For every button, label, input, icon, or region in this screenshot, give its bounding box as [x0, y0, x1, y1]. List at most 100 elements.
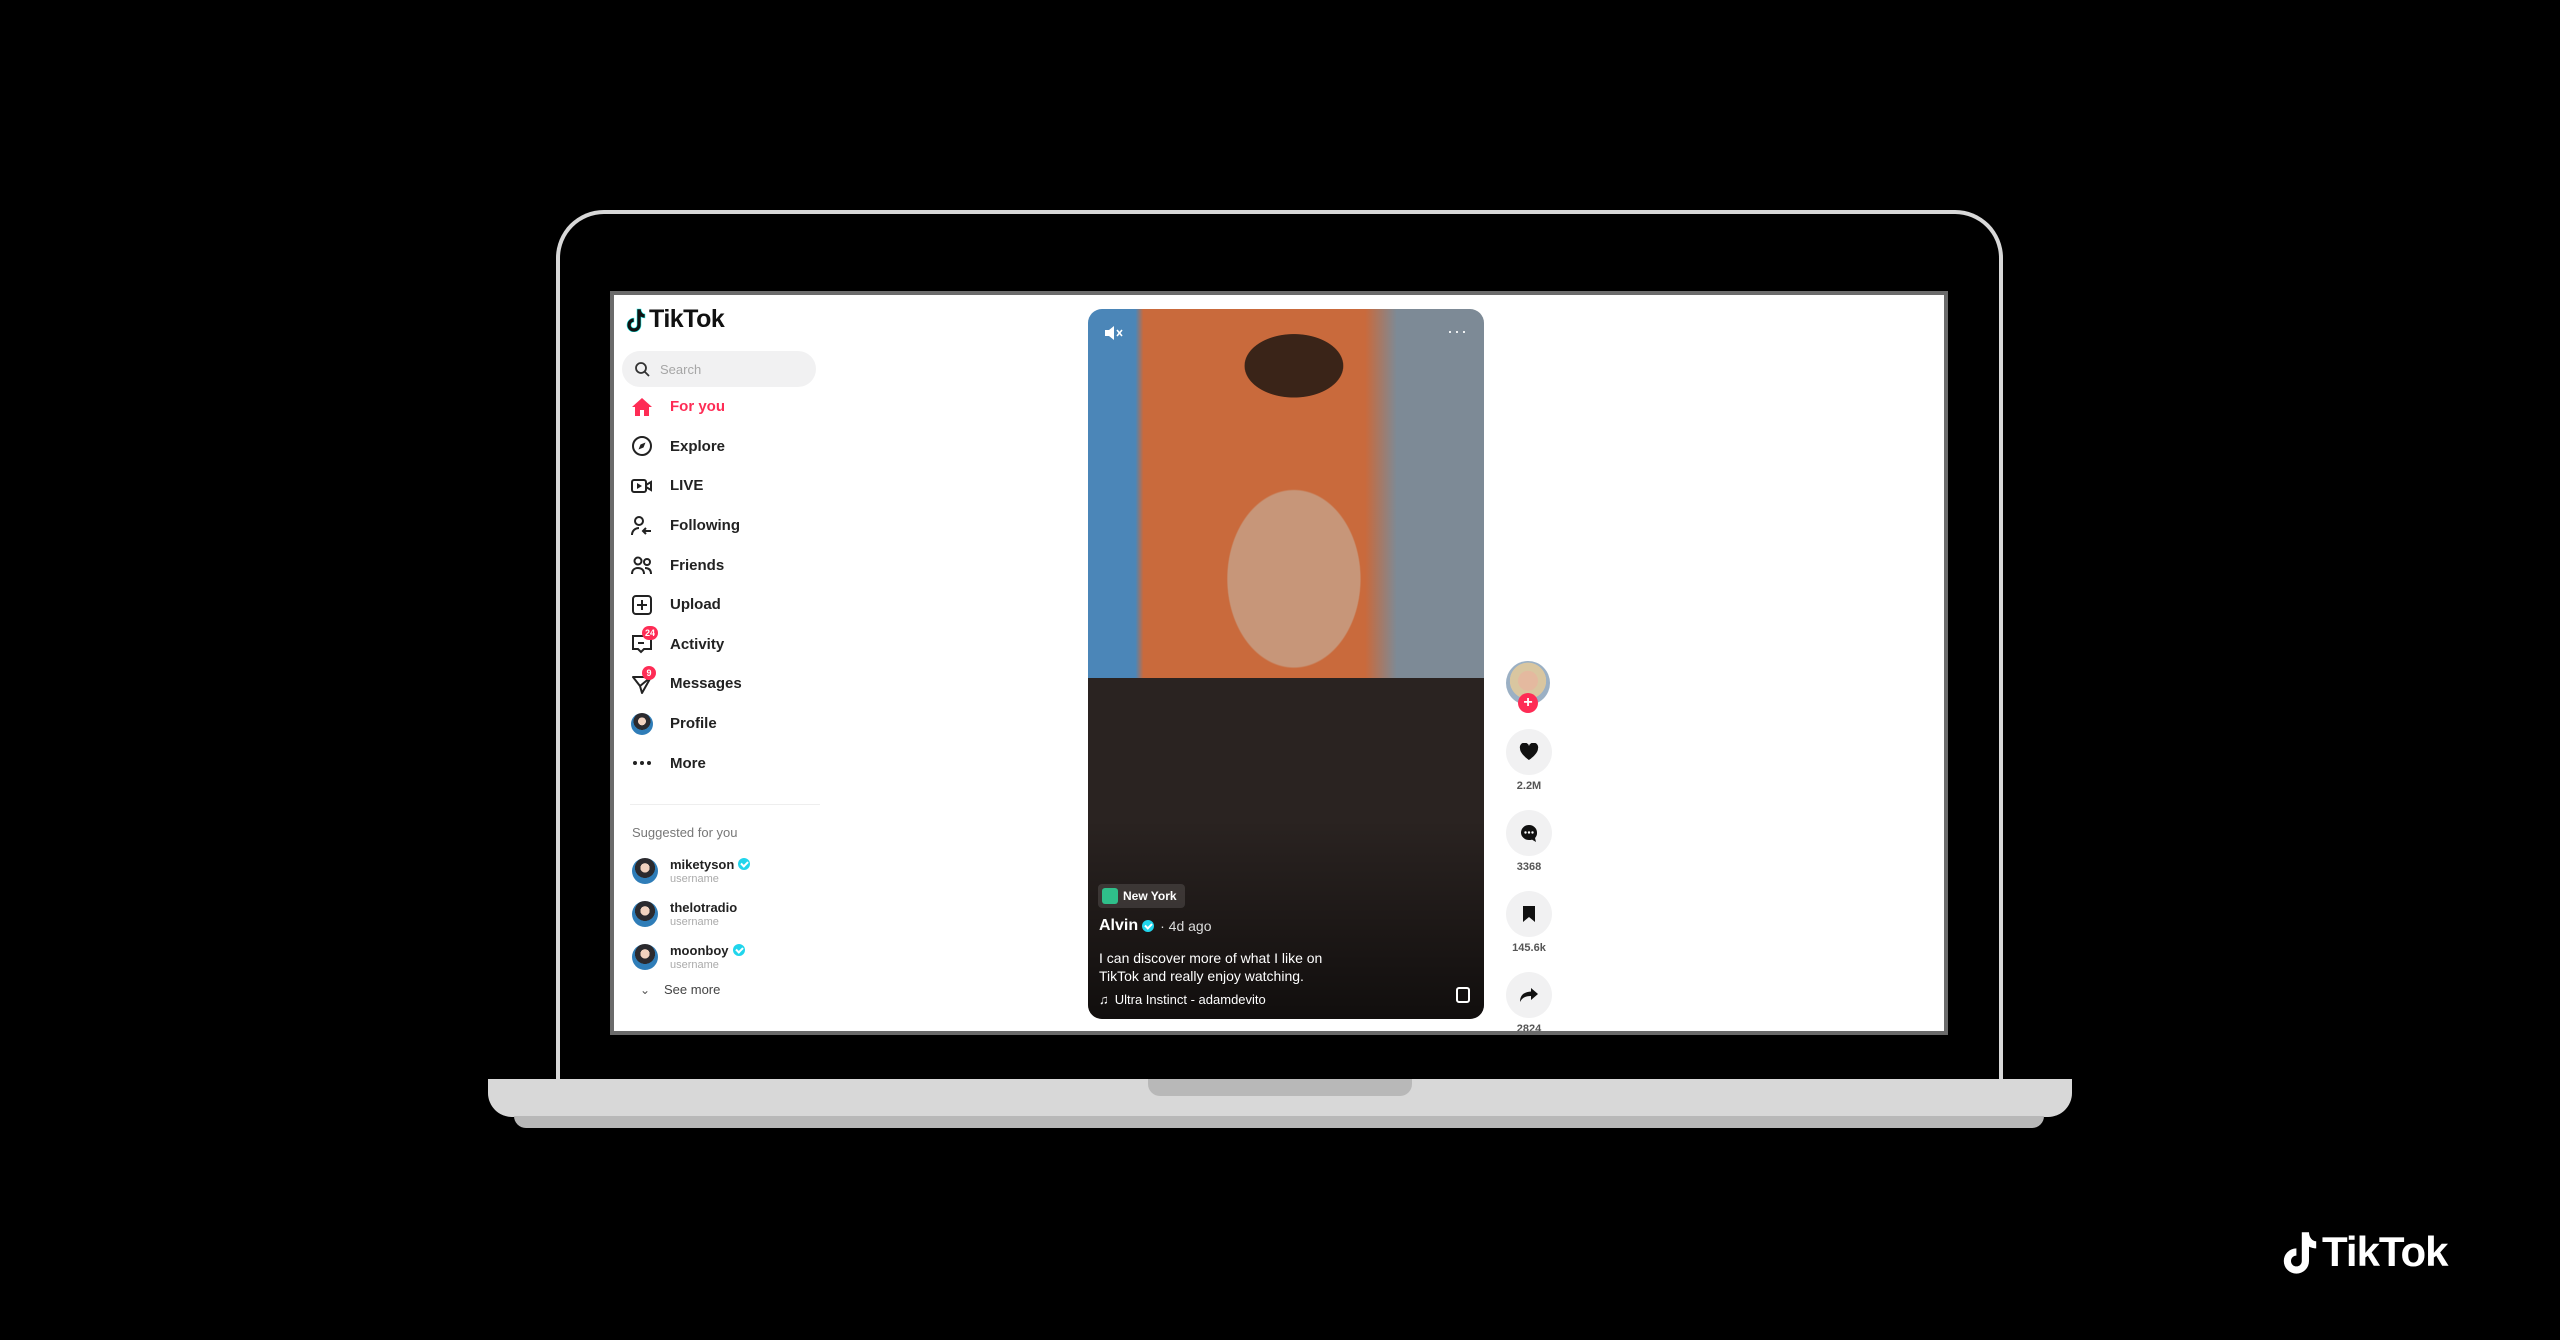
nav-upload[interactable]: Upload: [620, 585, 820, 625]
avatar: [631, 712, 653, 735]
see-more-label: See more: [664, 982, 721, 997]
suggested-account[interactable]: moonboy username: [620, 935, 820, 978]
account-name: moonboy: [670, 942, 729, 958]
search-input[interactable]: Search: [622, 351, 816, 387]
sidebar: TikTok Search For you Explore LIVE Follo…: [620, 295, 820, 1031]
action-bar: + 2.2M 3368 145.6k 2824: [1504, 661, 1554, 1035]
account-name: thelotradio: [670, 899, 738, 915]
video-author[interactable]: Alvin · 4d ago: [1099, 917, 1212, 935]
upload-icon: [630, 593, 654, 617]
more-options-icon[interactable]: ···: [1447, 321, 1468, 342]
search-icon: [635, 362, 650, 377]
tiktok-logo[interactable]: TikTok: [626, 305, 725, 334]
comment-action: 3368: [1504, 810, 1554, 873]
nav-label: Profile: [670, 715, 717, 733]
messages-icon: 9: [630, 665, 656, 696]
verified-icon: [738, 858, 751, 870]
music-label: Ultra Instinct - adamdevito: [1114, 992, 1266, 1007]
save-button[interactable]: [1506, 891, 1552, 937]
account-username: username: [670, 872, 719, 885]
laptop-foot: [514, 1116, 2044, 1128]
music-note-icon: ♫: [1099, 992, 1109, 1007]
suggested-account[interactable]: miketyson username: [620, 849, 820, 892]
nav-label: For you: [670, 398, 725, 416]
tiktok-note-icon: [2283, 1232, 2317, 1274]
tiktok-brand-logo: TikTok: [2282, 1228, 2448, 1276]
post-time: · 4d ago: [1160, 918, 1212, 934]
nav-more[interactable]: More: [620, 743, 820, 783]
tiktok-note-icon: [626, 308, 646, 332]
music-link[interactable]: ♫ Ultra Instinct - adamdevito: [1099, 992, 1266, 1007]
verified-icon: [732, 944, 745, 956]
nav-label: Friends: [670, 556, 725, 574]
location-pin-icon: [1102, 888, 1118, 904]
home-icon: [630, 395, 654, 419]
avatar: [632, 943, 658, 970]
mute-icon[interactable]: [1104, 325, 1124, 346]
picture-in-picture-icon[interactable]: [1456, 987, 1470, 1003]
like-button[interactable]: [1506, 729, 1552, 775]
account-name: miketyson: [670, 856, 735, 872]
nav-live[interactable]: LIVE: [620, 466, 820, 506]
chevron-down-icon: ⌄: [640, 982, 651, 997]
creator-avatar[interactable]: +: [1506, 661, 1550, 713]
nav-label: More: [670, 754, 706, 772]
location-tag[interactable]: New York: [1098, 884, 1185, 908]
nav-label: Upload: [670, 596, 721, 614]
nav-label: LIVE: [670, 477, 704, 495]
laptop-notch: [1148, 1079, 1412, 1096]
nav-label: Activity: [670, 635, 725, 653]
share-count: 2824: [1516, 1023, 1542, 1035]
brand-text: TikTok: [2322, 1228, 2448, 1275]
video-player[interactable]: ··· New York Alvin · 4d ago I can discov…: [1088, 309, 1484, 1019]
nav-for-you[interactable]: For you: [620, 387, 820, 427]
video-caption: I can discover more of what I like on Ti…: [1099, 950, 1323, 984]
like-count: 2.2M: [1516, 780, 1542, 792]
logo-text: TikTok: [649, 305, 725, 333]
share-action: 2824: [1504, 972, 1554, 1035]
nav-explore[interactable]: Explore: [620, 427, 820, 467]
activity-badge: 24: [642, 626, 659, 641]
suggested-title: Suggested for you: [632, 825, 738, 840]
profile-icon-wrap: [630, 712, 654, 736]
suggested-list: miketyson username thelotradio username …: [620, 849, 820, 978]
main-nav: For you Explore LIVE Following Friends U…: [620, 387, 820, 783]
save-action: 145.6k: [1504, 891, 1554, 954]
comment-icon: [1521, 825, 1538, 842]
messages-badge: 9: [642, 665, 656, 680]
share-arrow-icon: [1520, 988, 1538, 1002]
suggested-account[interactable]: thelotradio username: [620, 892, 820, 935]
see-more-button[interactable]: ⌄ See more: [620, 982, 720, 997]
nav-profile[interactable]: Profile: [620, 704, 820, 744]
avatar: [632, 900, 658, 927]
account-username: username: [670, 958, 719, 971]
nav-messages[interactable]: 9 Messages: [620, 664, 820, 704]
heart-icon: [1519, 743, 1539, 760]
verified-icon: [1142, 920, 1155, 932]
follow-plus-icon[interactable]: +: [1518, 693, 1538, 713]
nav-label: Messages: [670, 675, 742, 693]
save-count: 145.6k: [1512, 942, 1546, 954]
sidebar-divider: [630, 804, 820, 805]
friends-icon: [630, 553, 654, 577]
compass-icon: [630, 434, 654, 458]
account-username: username: [670, 915, 719, 928]
bookmark-icon: [1523, 906, 1535, 922]
comment-count: 3368: [1516, 861, 1542, 873]
nav-friends[interactable]: Friends: [620, 545, 820, 585]
laptop-screen: TikTok Search For you Explore LIVE Follo…: [610, 291, 1948, 1035]
avatar: [632, 857, 658, 884]
nav-label: Following: [670, 517, 740, 535]
search-placeholder: Search: [660, 361, 702, 377]
nav-following[interactable]: Following: [620, 506, 820, 546]
more-icon: [630, 751, 654, 775]
share-button[interactable]: [1506, 972, 1552, 1018]
comment-button[interactable]: [1506, 810, 1552, 856]
nav-label: Explore: [670, 437, 726, 455]
activity-icon: 24: [630, 626, 659, 656]
like-action: 2.2M: [1504, 729, 1554, 792]
live-video-icon: [630, 474, 654, 498]
nav-activity[interactable]: 24 Activity: [620, 625, 820, 665]
location-label: New York: [1123, 889, 1177, 903]
author-name: Alvin: [1099, 917, 1139, 934]
